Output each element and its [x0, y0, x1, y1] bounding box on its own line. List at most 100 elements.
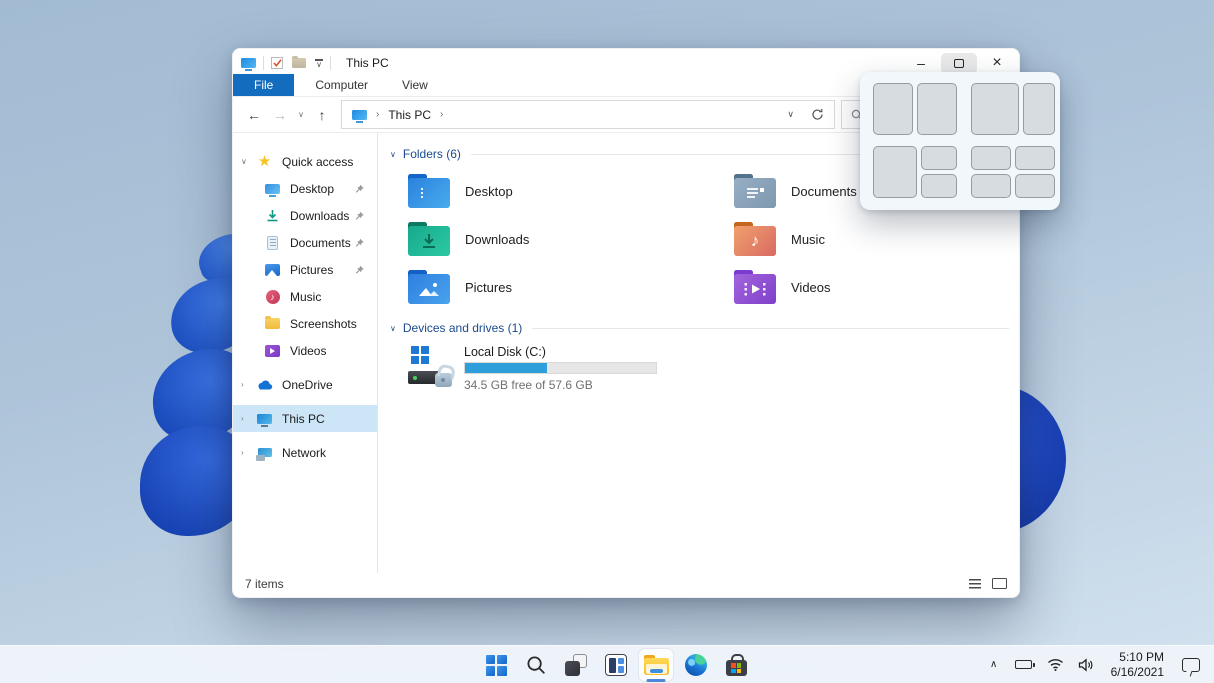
properties-icon[interactable]	[271, 57, 283, 69]
snap-layout-wide-left[interactable]	[971, 83, 1055, 135]
sidebar-item-onedrive[interactable]: › OneDrive	[233, 371, 377, 398]
sidebar-item-documents[interactable]: Documents	[233, 229, 377, 256]
breadcrumb-separator: ›	[376, 109, 379, 120]
breadcrumb[interactable]: This PC	[388, 108, 431, 122]
task-view-icon	[565, 654, 587, 676]
back-button[interactable]: ←	[241, 107, 267, 123]
snap-zone[interactable]	[1023, 83, 1055, 135]
videos-folder-icon	[734, 270, 776, 304]
snap-layout-left-plus-stack[interactable]	[873, 146, 957, 198]
sidebar-item-music[interactable]: ♪ Music	[233, 283, 377, 310]
battery-icon[interactable]	[1008, 650, 1040, 680]
snap-zone[interactable]	[971, 83, 1019, 135]
sidebar-item-downloads[interactable]: Downloads	[233, 202, 377, 229]
status-bar: 7 items	[233, 573, 1019, 597]
maximize-button[interactable]	[941, 53, 977, 74]
notification-center-icon[interactable]	[1182, 658, 1200, 672]
snap-zone[interactable]	[1015, 174, 1055, 198]
folder-tile-pictures[interactable]: Pictures	[390, 263, 716, 311]
customize-toolbar-icon[interactable]: ∨	[315, 59, 323, 67]
sidebar-item-quick-access[interactable]: ∨ ★ Quick access	[233, 148, 377, 175]
titlebar[interactable]: ∨ This PC – ×	[233, 49, 1019, 74]
recent-locations-button[interactable]: ∨	[293, 110, 309, 119]
downloads-folder-icon	[408, 222, 450, 256]
pin-icon	[354, 183, 365, 194]
pictures-folder-icon	[408, 270, 450, 304]
section-header-devices[interactable]: ∨ Devices and drives (1)	[390, 321, 1009, 335]
bitlocker-drive-icon	[408, 345, 458, 389]
breadcrumb-separator[interactable]: ›	[440, 109, 443, 120]
snap-zone[interactable]	[921, 174, 957, 198]
close-button[interactable]: ×	[979, 53, 1015, 74]
file-explorer-button[interactable]	[639, 649, 673, 681]
this-pc-icon	[352, 110, 367, 120]
drive-usage-bar	[464, 362, 657, 374]
onedrive-icon	[256, 379, 273, 390]
desktop-icon	[265, 184, 280, 194]
desktop: ∨ This PC – × File Computer View ← → ∨ ↑…	[0, 0, 1214, 683]
sidebar-item-this-pc[interactable]: › This PC	[233, 405, 377, 432]
tab-view[interactable]: View	[385, 74, 445, 96]
windows-logo-icon	[486, 655, 507, 676]
chevron-down-icon: ∨	[390, 150, 396, 159]
snap-zone[interactable]	[873, 83, 913, 135]
sidebar-item-screenshots[interactable]: Screenshots	[233, 310, 377, 337]
folder-tile-desktop[interactable]: Desktop	[390, 167, 716, 215]
tab-file[interactable]: File	[233, 74, 294, 96]
snap-zone[interactable]	[1015, 146, 1055, 170]
pin-icon	[354, 264, 365, 275]
snap-zone[interactable]	[971, 174, 1011, 198]
snap-layout-two-columns[interactable]	[873, 83, 957, 135]
forward-button[interactable]: →	[267, 107, 293, 123]
sidebar-item-pictures[interactable]: Pictures	[233, 256, 377, 283]
divider	[263, 56, 264, 70]
snap-layout-quad[interactable]	[971, 146, 1055, 198]
clock[interactable]: 5:10 PM 6/16/2021	[1111, 650, 1164, 680]
sidebar-item-desktop[interactable]: Desktop	[233, 175, 377, 202]
snap-zone[interactable]	[921, 146, 957, 170]
chevron-right-icon[interactable]: ›	[241, 380, 256, 389]
store-button[interactable]	[719, 649, 753, 681]
volume-icon[interactable]	[1071, 650, 1102, 680]
chevron-down-icon: ∨	[316, 62, 322, 67]
drive-tile-local-disk-c[interactable]: Local Disk (C:) 34.5 GB free of 57.6 GB	[408, 345, 1009, 392]
sidebar-item-videos[interactable]: Videos	[233, 337, 377, 364]
address-dropdown-icon[interactable]: ∨	[787, 109, 794, 120]
address-bar[interactable]: › This PC › ∨	[341, 100, 835, 129]
details-view-icon[interactable]	[969, 579, 981, 589]
music-icon: ♪	[266, 290, 280, 304]
snap-zone[interactable]	[917, 83, 957, 135]
items-count: 7 items	[245, 577, 284, 591]
documents-folder-icon	[734, 174, 776, 208]
wifi-icon[interactable]	[1040, 650, 1071, 680]
folder-tile-downloads[interactable]: Downloads	[390, 215, 716, 263]
sidebar-item-network[interactable]: › Network	[233, 439, 377, 466]
documents-icon	[267, 236, 278, 250]
refresh-icon[interactable]	[811, 108, 824, 121]
new-folder-icon[interactable]	[292, 58, 306, 68]
widgets-icon	[605, 654, 627, 676]
widgets-button[interactable]	[599, 649, 633, 681]
search-icon	[526, 655, 546, 675]
minimize-button[interactable]: –	[903, 53, 939, 74]
drive-usage-fill	[465, 363, 547, 373]
task-view-button[interactable]	[559, 649, 593, 681]
navigation-pane: ∨ ★ Quick access Desktop Downloads Docum…	[233, 133, 378, 573]
edge-button[interactable]	[679, 649, 713, 681]
start-button[interactable]	[479, 649, 513, 681]
lock-icon	[435, 373, 452, 387]
snap-zone[interactable]	[873, 146, 917, 198]
up-button[interactable]: ↑	[309, 107, 335, 123]
folder-tile-music[interactable]: ♪ Music	[716, 215, 1009, 263]
hidden-icons-chevron[interactable]: ∧	[980, 650, 1008, 680]
folder-tile-videos[interactable]: Videos	[716, 263, 1009, 311]
chevron-right-icon[interactable]: ›	[241, 448, 256, 457]
chevron-down-icon[interactable]: ∨	[241, 157, 256, 166]
tab-computer[interactable]: Computer	[298, 74, 385, 96]
downloads-icon	[266, 209, 279, 223]
snap-zone[interactable]	[971, 146, 1011, 170]
search-button[interactable]	[519, 649, 553, 681]
large-icons-view-icon[interactable]	[992, 578, 1007, 589]
chevron-right-icon[interactable]: ›	[241, 414, 256, 423]
pin-icon	[354, 237, 365, 248]
